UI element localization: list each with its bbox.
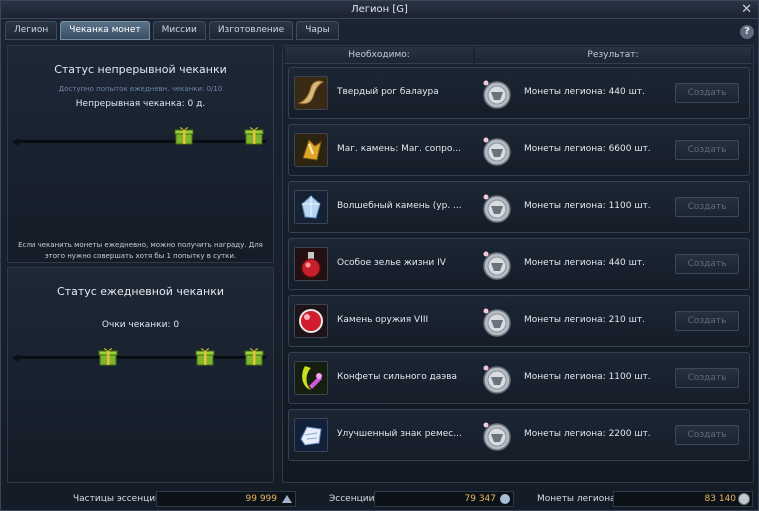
legion-window: Легион [G] ✕ Легион Чеканка монет Миссии… <box>0 0 759 511</box>
result-coins-text: Монеты легиона: 1100 шт. <box>524 201 651 211</box>
create-button[interactable]: Создать <box>675 197 739 217</box>
minting-recipes-panel: Необходимо: Результат: Твердый рог балау… <box>282 45 754 483</box>
gift-icon[interactable] <box>244 125 264 145</box>
tab-bar: Легион Чеканка монет Миссии Изготовление… <box>5 21 339 40</box>
recipe-row: Конфеты сильного даэва Монеты легиона: 1… <box>288 352 750 404</box>
required-item-name: Волшебный камень (ур. ... <box>337 201 462 211</box>
window-title: Легион [G] <box>351 4 408 15</box>
result-coins-text: Монеты легиона: 6600 шт. <box>524 144 651 154</box>
required-item-name: Твердый рог балаура <box>337 87 439 97</box>
tab-crafting[interactable]: Изготовление <box>208 21 294 40</box>
column-header-required: Необходимо: <box>285 47 473 64</box>
recipe-row: Особое зелье жизни IV Монеты легиона: 44… <box>288 238 750 290</box>
recipe-row: Улучшенный знак ремес... Монеты легиона:… <box>288 409 750 461</box>
essence-label: Эссенции <box>329 494 375 504</box>
legion-coin-icon <box>479 304 515 340</box>
daily-attempts-hint: Доступно попыток ежедневн. чеканки: 0/10 <box>58 85 223 93</box>
essence-icon <box>500 494 510 504</box>
weapon-stone-icon[interactable] <box>294 304 328 338</box>
craft-mark-icon[interactable] <box>294 418 328 452</box>
gift-icon[interactable] <box>174 125 194 145</box>
essence-value: 79 347 <box>464 494 497 504</box>
result-coins-text: Монеты легиона: 2200 шт. <box>524 429 651 439</box>
legion-coins-label: Монеты легиона <box>537 494 616 504</box>
minting-status-column: Статус непрерывной чеканки Доступно попы… <box>7 45 274 483</box>
gift-icon[interactable] <box>244 346 264 366</box>
continuous-days-line: Непрерывная чеканка: 0 д. <box>75 99 206 109</box>
result-coins-text: Монеты легиона: 210 шт. <box>524 315 645 325</box>
result-coins-text: Монеты легиона: 440 шт. <box>524 258 645 268</box>
candy-icon[interactable] <box>294 361 328 395</box>
horn-icon[interactable] <box>294 76 328 110</box>
recipe-row: Камень оружия VIII Монеты легиона: 210 ш… <box>288 295 750 347</box>
gift-icon[interactable] <box>195 346 215 366</box>
title-bar[interactable]: Легион [G] ✕ <box>1 1 758 19</box>
create-button[interactable]: Создать <box>675 83 739 103</box>
essence-particles-value: 99 999 <box>245 494 278 504</box>
recipe-row: Твердый рог балаура Монеты легиона: 440 … <box>288 67 750 119</box>
legion-coins-value: 83 140 <box>704 494 737 504</box>
daily-minting-panel: Статус ежедневной чеканки Очки чеканки: … <box>7 267 274 483</box>
result-coins-text: Монеты легиона: 440 шт. <box>524 87 645 97</box>
legion-coin-icon <box>479 418 515 454</box>
legion-coin-small-icon <box>738 493 750 505</box>
continuous-minting-note: Если чеканить монеты ежедневно, можно по… <box>18 241 263 260</box>
gift-icon[interactable] <box>98 346 118 366</box>
legion-coin-icon <box>479 190 515 226</box>
currency-footer: Частицы эссенции 99 999 Эссенции 79 347 … <box>1 488 758 510</box>
tab-legion[interactable]: Легион <box>5 21 58 40</box>
create-button[interactable]: Создать <box>675 140 739 160</box>
column-header-result: Результат: <box>475 47 751 64</box>
essence-particles-icon <box>282 495 292 503</box>
magic-stone-icon[interactable] <box>294 133 328 167</box>
create-button[interactable]: Создать <box>675 425 739 445</box>
required-item-name: Конфеты сильного даэва <box>337 372 458 382</box>
result-coins-text: Монеты легиона: 1100 шт. <box>524 372 651 382</box>
create-button[interactable]: Создать <box>675 368 739 388</box>
create-button[interactable]: Создать <box>675 311 739 331</box>
legion-coin-icon <box>479 133 515 169</box>
create-button[interactable]: Создать <box>675 254 739 274</box>
recipe-row: Маг. камень: Маг. сопро... Монеты легион… <box>288 124 750 176</box>
required-item-name: Особое зелье жизни IV <box>337 258 446 268</box>
essence-particles-label: Частицы эссенции <box>73 494 161 504</box>
continuous-progress-track <box>18 140 266 143</box>
potion-icon[interactable] <box>294 247 328 281</box>
minting-points-line: Очки чеканки: 0 <box>101 320 180 330</box>
crystal-icon[interactable] <box>294 190 328 224</box>
legion-coin-icon <box>479 361 515 397</box>
required-item-name: Маг. камень: Маг. сопро... <box>337 144 461 154</box>
help-icon[interactable]: ? <box>740 25 754 39</box>
required-item-name: Улучшенный знак ремес... <box>337 429 462 439</box>
daily-minting-title: Статус ежедневной чеканки <box>57 285 224 298</box>
continuous-minting-title: Статус непрерывной чеканки <box>54 63 227 76</box>
continuous-minting-panel: Статус непрерывной чеканки Доступно попы… <box>7 45 274 263</box>
close-icon[interactable]: ✕ <box>741 1 752 18</box>
tab-enchant[interactable]: Чары <box>296 21 339 40</box>
tab-missions[interactable]: Миссии <box>152 21 206 40</box>
daily-progress-track <box>18 356 266 359</box>
legion-coin-icon <box>479 76 515 112</box>
recipe-row: Волшебный камень (ур. ... Монеты легиона… <box>288 181 750 233</box>
legion-coin-icon <box>479 247 515 283</box>
required-item-name: Камень оружия VIII <box>337 315 429 325</box>
tab-coin-minting[interactable]: Чеканка монет <box>60 21 150 40</box>
